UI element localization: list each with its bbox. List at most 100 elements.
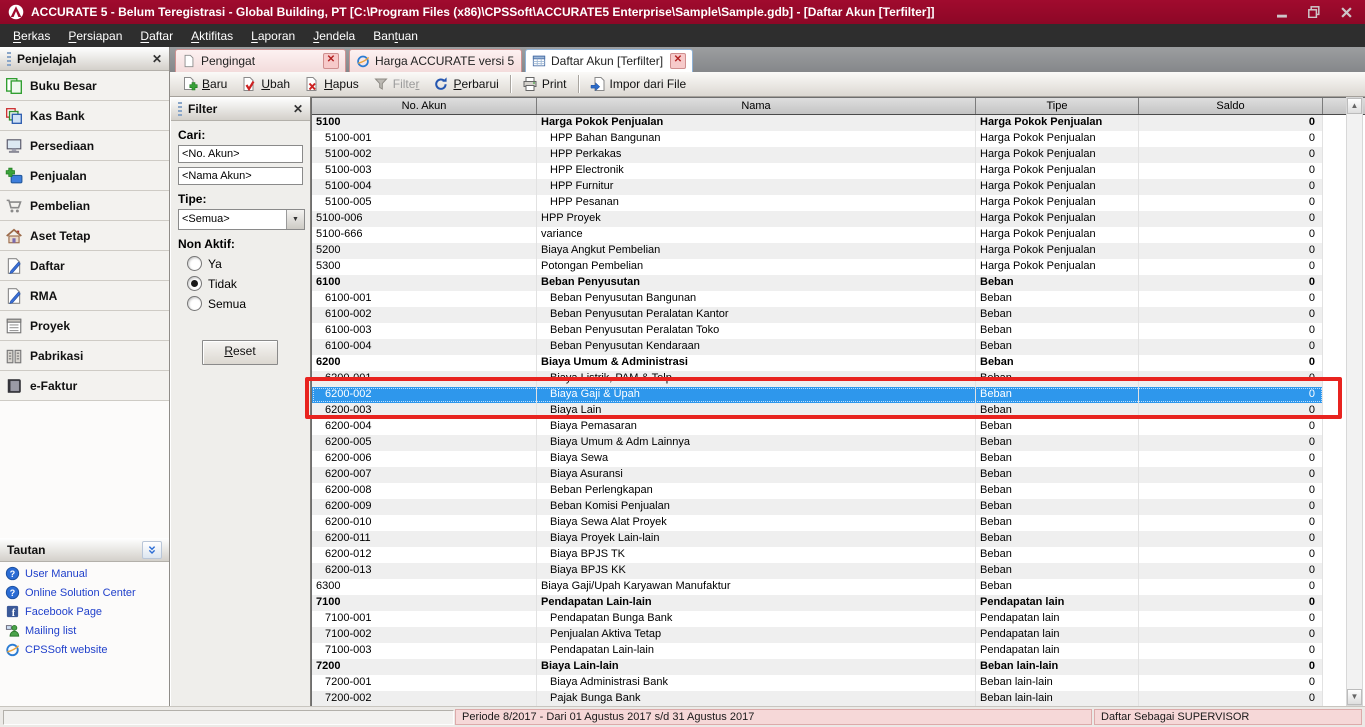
menu-persiapan[interactable]: Persiapan xyxy=(59,26,131,46)
sidebar-item-persediaan[interactable]: Persediaan xyxy=(0,131,169,161)
dropdown-arrow-icon[interactable]: ▼ xyxy=(286,210,304,229)
menu-bantuan[interactable]: Bantuan xyxy=(364,26,427,46)
link-facebook-page[interactable]: fFacebook Page xyxy=(5,602,167,621)
tab-daftar-akun-terfilter[interactable]: Daftar Akun [Terfilter] xyxy=(525,49,693,72)
table-row-6200-012[interactable]: 6200-012Biaya BPJS TKBeban0 xyxy=(312,547,1323,563)
table-row-6100-004[interactable]: 6100-004Beban Penyusutan KendaraanBeban0 xyxy=(312,339,1323,355)
link-user-manual[interactable]: ?User Manual xyxy=(5,564,167,583)
table-row-6200-009[interactable]: 6200-009Beban Komisi PenjualanBeban0 xyxy=(312,499,1323,515)
table-row-6100-003[interactable]: 6100-003Beban Penyusutan Peralatan TokoB… xyxy=(312,323,1323,339)
table-row-5300[interactable]: 5300Potongan PembelianHarga Pokok Penjua… xyxy=(312,259,1323,275)
hapus-button[interactable]: Hapus xyxy=(297,74,366,94)
table-row-5100-004[interactable]: 5100-004HPP FurniturHarga Pokok Penjuala… xyxy=(312,179,1323,195)
tab-close-icon[interactable] xyxy=(670,53,686,69)
link-online-solution-center[interactable]: ?Online Solution Center xyxy=(5,583,167,602)
column-header-tipe[interactable]: Tipe xyxy=(976,98,1139,114)
collapse-chevron-icon[interactable] xyxy=(142,541,162,559)
table-row-6100-002[interactable]: 6100-002Beban Penyusutan Peralatan Kanto… xyxy=(312,307,1323,323)
radio-button-icon[interactable] xyxy=(187,256,202,271)
table-row-6200-001[interactable]: 6200-001Biaya Listrik, PAM & TelpBeban0 xyxy=(312,371,1323,387)
column-header-saldo[interactable]: Saldo xyxy=(1139,98,1323,114)
sidebar-item-daftar[interactable]: Daftar xyxy=(0,251,169,281)
table-row-5100-003[interactable]: 5100-003HPP ElectronikHarga Pokok Penjua… xyxy=(312,163,1323,179)
table-row-7100-003[interactable]: 7100-003Pendapatan Lain-lainPendapatan l… xyxy=(312,643,1323,659)
link-cpssoft-website[interactable]: CPSSoft website xyxy=(5,640,167,659)
table-row-6100[interactable]: 6100Beban PenyusutanBeban0 xyxy=(312,275,1323,291)
menu-berkas[interactable]: Berkas xyxy=(4,26,59,46)
table-row-7200-001[interactable]: 7200-001Biaya Administrasi BankBeban lai… xyxy=(312,675,1323,691)
menu-laporan[interactable]: Laporan xyxy=(242,26,304,46)
table-row-6200-011[interactable]: 6200-011Biaya Proyek Lain-lainBeban0 xyxy=(312,531,1323,547)
close-button[interactable] xyxy=(1339,6,1353,18)
minimize-button[interactable] xyxy=(1275,6,1289,18)
table-row-6200-002[interactable]: 6200-002Biaya Gaji & UpahBeban0 xyxy=(312,387,1323,403)
ubah-button[interactable]: Ubah xyxy=(234,74,297,94)
tipe-dropdown[interactable]: <Semua> ▼ xyxy=(178,209,305,230)
impor-dari-file-button[interactable]: Impor dari File xyxy=(583,74,694,94)
table-row-6200-013[interactable]: 6200-013Biaya BPJS KKBeban0 xyxy=(312,563,1323,579)
radio-button-icon[interactable] xyxy=(187,296,202,311)
cell-no-akun: 6200-008 xyxy=(312,483,537,499)
table-row-6200-006[interactable]: 6200-006Biaya SewaBeban0 xyxy=(312,451,1323,467)
sidebar-item-proyek[interactable]: Proyek xyxy=(0,311,169,341)
cell-saldo: 0 xyxy=(1139,643,1323,659)
sidebar-item-pabrikasi[interactable]: Pabrikasi xyxy=(0,341,169,371)
table-row-5100-002[interactable]: 5100-002HPP PerkakasHarga Pokok Penjuala… xyxy=(312,147,1323,163)
table-row-7200[interactable]: 7200Biaya Lain-lainBeban lain-lain0 xyxy=(312,659,1323,675)
table-row-6200-004[interactable]: 6200-004Biaya PemasaranBeban0 xyxy=(312,419,1323,435)
table-row-6100-001[interactable]: 6100-001Beban Penyusutan BangunanBeban0 xyxy=(312,291,1323,307)
menu-daftar[interactable]: Daftar xyxy=(131,26,182,46)
sidebar-item-pembelian[interactable]: Pembelian xyxy=(0,191,169,221)
link-label: Facebook Page xyxy=(25,606,102,618)
tab-pengingat[interactable]: Pengingat xyxy=(175,49,346,72)
tab-close-icon[interactable] xyxy=(323,53,339,69)
cell-tipe: Beban xyxy=(976,435,1139,451)
table-row-6200-007[interactable]: 6200-007Biaya AsuransiBeban0 xyxy=(312,467,1323,483)
tab-harga-accurate-versi-5-n[interactable]: Harga ACCURATE versi 5 n... xyxy=(349,49,522,72)
sidebar-item-aset-tetap[interactable]: Aset Tetap xyxy=(0,221,169,251)
table-row-6200-003[interactable]: 6200-003Biaya LainBeban0 xyxy=(312,403,1323,419)
vertical-scrollbar[interactable]: ▲ ▼ xyxy=(1346,97,1363,706)
table-row-5100-005[interactable]: 5100-005HPP PesananHarga Pokok Penjualan… xyxy=(312,195,1323,211)
sidebar-item-kas-bank[interactable]: Kas Bank xyxy=(0,101,169,131)
perbarui-button[interactable]: Perbarui xyxy=(426,74,505,94)
column-header-no-akun[interactable]: No. Akun xyxy=(312,98,537,114)
baru-button[interactable]: Baru xyxy=(175,74,234,94)
link-mailing-list[interactable]: Mailing list xyxy=(5,621,167,640)
menu-aktifitas[interactable]: Aktifitas xyxy=(182,26,242,46)
radio-button-icon[interactable] xyxy=(187,276,202,291)
table-row-7100[interactable]: 7100Pendapatan Lain-lainPendapatan lain0 xyxy=(312,595,1323,611)
table-row-7200-002[interactable]: 7200-002Pajak Bunga BankBeban lain-lain0 xyxy=(312,691,1323,707)
toolbar-button-label: Perbarui xyxy=(453,77,498,91)
table-row-5100-666[interactable]: 5100-666varianceHarga Pokok Penjualan0 xyxy=(312,227,1323,243)
no-akun-input[interactable] xyxy=(178,145,303,163)
table-row-6200[interactable]: 6200Biaya Umum & AdministrasiBeban0 xyxy=(312,355,1323,371)
reset-button[interactable]: Reset xyxy=(202,340,278,365)
sidebar-item-rma[interactable]: RMA xyxy=(0,281,169,311)
print-button[interactable]: Print xyxy=(515,74,574,94)
table-row-7100-001[interactable]: 7100-001Pendapatan Bunga BankPendapatan … xyxy=(312,611,1323,627)
restore-button[interactable] xyxy=(1307,6,1321,18)
table-row-6200-008[interactable]: 6200-008Beban PerlengkapanBeban0 xyxy=(312,483,1323,499)
radio-tidak[interactable]: Tidak xyxy=(187,276,310,291)
table-row-5100-001[interactable]: 5100-001HPP Bahan BangunanHarga Pokok Pe… xyxy=(312,131,1323,147)
sidebar-item-buku-besar[interactable]: Buku Besar xyxy=(0,71,169,101)
table-row-5100-006[interactable]: 5100-006HPP ProyekHarga Pokok Penjualan0 xyxy=(312,211,1323,227)
menu-jendela[interactable]: Jendela xyxy=(304,26,364,46)
scroll-down-icon[interactable]: ▼ xyxy=(1347,689,1362,705)
table-row-6300[interactable]: 6300Biaya Gaji/Upah Karyawan ManufakturB… xyxy=(312,579,1323,595)
table-row-7100-002[interactable]: 7100-002Penjualan Aktiva TetapPendapatan… xyxy=(312,627,1323,643)
radio-semua[interactable]: Semua xyxy=(187,296,310,311)
table-row-6200-005[interactable]: 6200-005Biaya Umum & Adm LainnyaBeban0 xyxy=(312,435,1323,451)
sidebar-close-icon[interactable]: ✕ xyxy=(152,53,162,65)
sidebar-item-penjualan[interactable]: Penjualan xyxy=(0,161,169,191)
scroll-up-icon[interactable]: ▲ xyxy=(1347,98,1362,114)
filter-close-icon[interactable]: ✕ xyxy=(293,103,303,115)
table-row-5200[interactable]: 5200Biaya Angkut PembelianHarga Pokok Pe… xyxy=(312,243,1323,259)
table-row-6200-010[interactable]: 6200-010Biaya Sewa Alat ProyekBeban0 xyxy=(312,515,1323,531)
column-header-nama[interactable]: Nama xyxy=(537,98,976,114)
table-row-5100[interactable]: 5100Harga Pokok PenjualanHarga Pokok Pen… xyxy=(312,115,1323,131)
sidebar-item-e-faktur[interactable]: e-Faktur xyxy=(0,371,169,401)
nama-akun-input[interactable] xyxy=(178,167,303,185)
radio-ya[interactable]: Ya xyxy=(187,256,310,271)
